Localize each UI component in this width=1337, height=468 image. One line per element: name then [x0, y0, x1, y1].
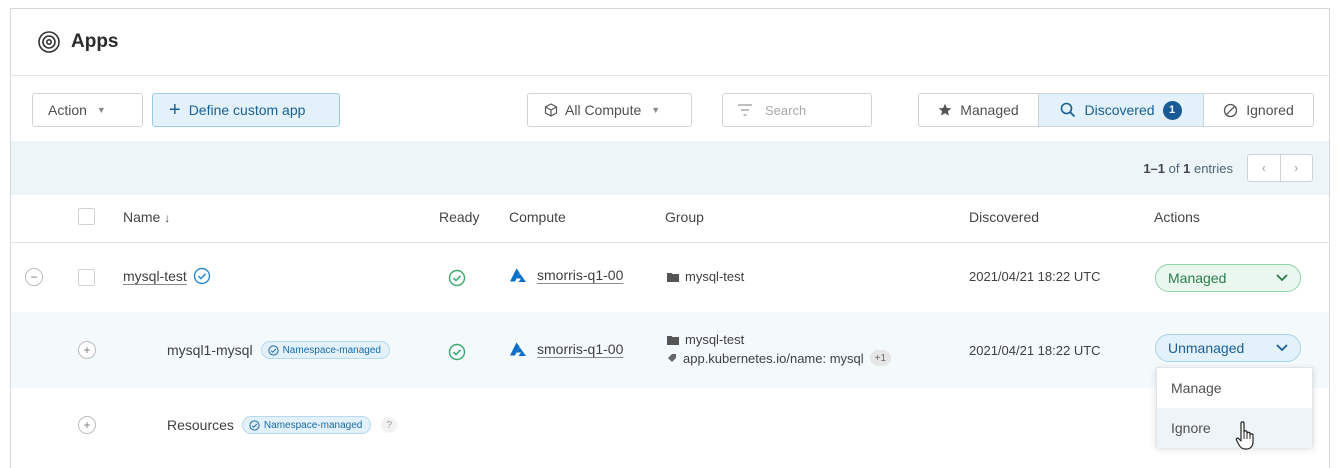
filter-ignored[interactable]: Ignored: [1204, 94, 1313, 126]
action-dropdown-managed[interactable]: Managed: [1155, 264, 1301, 292]
folder-icon: [667, 272, 679, 282]
action-dropdown-unmanaged[interactable]: Unmanaged: [1155, 334, 1301, 362]
expand-icon[interactable]: +: [78, 341, 96, 359]
cube-icon: [544, 103, 558, 117]
hand-cursor-icon: [1235, 421, 1254, 450]
search-icon: [1061, 102, 1076, 118]
ready-check-icon: [448, 343, 466, 361]
collapse-icon[interactable]: −: [25, 268, 43, 286]
resources-label: Resources: [167, 417, 234, 433]
compute-link[interactable]: smorris-q1-00: [537, 267, 623, 283]
azure-icon: [510, 342, 526, 356]
action-label: Action: [48, 102, 87, 118]
next-page-button[interactable]: ›: [1281, 155, 1313, 181]
namespace-name: mysql1-mysql: [167, 342, 253, 358]
filter-managed[interactable]: Managed: [919, 94, 1039, 126]
action-dropdown[interactable]: Action ▼: [32, 93, 143, 127]
discovered-date: 2021/04/21 18:22 UTC: [969, 343, 1101, 358]
menu-item-manage[interactable]: Manage: [1157, 368, 1312, 408]
define-label: Define custom app: [188, 102, 306, 118]
table-row: + mysql1-mysql Namespace-managed smorris…: [11, 312, 1329, 388]
namespace-managed-tag: Namespace-managed: [241, 416, 372, 434]
chevron-down-icon: [1276, 344, 1288, 352]
discovered-count-badge: 1: [1162, 100, 1182, 120]
filter-discovered[interactable]: Discovered 1: [1039, 94, 1204, 126]
pagination-bar: 1–1 of 1 entries ‹ ›: [11, 141, 1329, 195]
group-name: mysql-test: [685, 332, 745, 347]
label-tag-icon: [668, 354, 676, 362]
plus-icon: +: [169, 99, 181, 121]
ready-check-icon: [448, 269, 466, 287]
folder-icon: [667, 335, 679, 345]
compute-label: All Compute: [565, 102, 642, 118]
chevron-down-icon: [1276, 274, 1288, 282]
filter-discovered-label: Discovered: [1084, 102, 1155, 118]
title-bar: Apps: [11, 9, 1329, 76]
apps-panel: Apps Action ▼ + Define custom app All Co…: [10, 8, 1330, 468]
discovered-date: 2021/04/21 18:22 UTC: [969, 269, 1101, 284]
table-row: + Resources Namespace-managed ?: [11, 388, 1329, 468]
group-name: mysql-test: [685, 269, 745, 284]
check-circle-icon: [249, 419, 260, 431]
column-header-ready: Ready: [439, 209, 480, 225]
filter-managed-label: Managed: [960, 102, 1019, 118]
table-row: − mysql-test smorris-q1-00 mysql-test 20…: [11, 242, 1329, 312]
status-filter-group: Managed Discovered 1 Ignored: [918, 93, 1314, 127]
search-input[interactable]: Search: [722, 93, 872, 127]
apps-icon: [38, 31, 60, 53]
verified-check-icon: [193, 267, 210, 285]
search-placeholder: Search: [765, 102, 807, 118]
column-header-group: Group: [665, 209, 704, 225]
check-circle-icon: [267, 344, 279, 356]
entries-count: 1–1 of 1 entries: [1143, 160, 1233, 176]
prev-page-button[interactable]: ‹: [1248, 155, 1281, 181]
more-labels-badge[interactable]: +1: [869, 350, 892, 366]
pager: ‹ ›: [1247, 154, 1313, 182]
row-checkbox[interactable]: [78, 269, 95, 286]
toolbar: Action ▼ + Define custom app All Compute…: [11, 76, 1329, 141]
namespace-managed-tag: Namespace-managed: [260, 341, 390, 359]
ban-icon: [1224, 103, 1238, 117]
azure-icon: [510, 268, 526, 282]
sort-arrow-icon: ↓: [164, 211, 171, 225]
app-name-link[interactable]: mysql-test: [123, 268, 187, 284]
column-header-discovered: Discovered: [969, 209, 1040, 225]
column-header-name[interactable]: Name ↓: [123, 209, 170, 225]
star-icon: [938, 103, 952, 116]
page-title: Apps: [71, 31, 119, 52]
define-custom-app-button[interactable]: + Define custom app: [152, 93, 340, 127]
expand-icon[interactable]: +: [78, 416, 96, 434]
compute-link[interactable]: smorris-q1-00: [537, 341, 623, 357]
filter-icon: [738, 104, 752, 116]
select-all-checkbox[interactable]: [78, 208, 95, 225]
column-header-compute: Compute: [509, 209, 566, 225]
compute-filter-dropdown[interactable]: All Compute ▼: [527, 93, 692, 127]
caret-down-icon: ▼: [651, 105, 661, 115]
help-icon[interactable]: ?: [381, 417, 398, 433]
column-header-actions: Actions: [1154, 209, 1200, 225]
group-label: app.kubernetes.io/name: mysql: [683, 350, 864, 366]
filter-ignored-label: Ignored: [1246, 102, 1294, 118]
caret-down-icon: ▼: [96, 105, 106, 115]
